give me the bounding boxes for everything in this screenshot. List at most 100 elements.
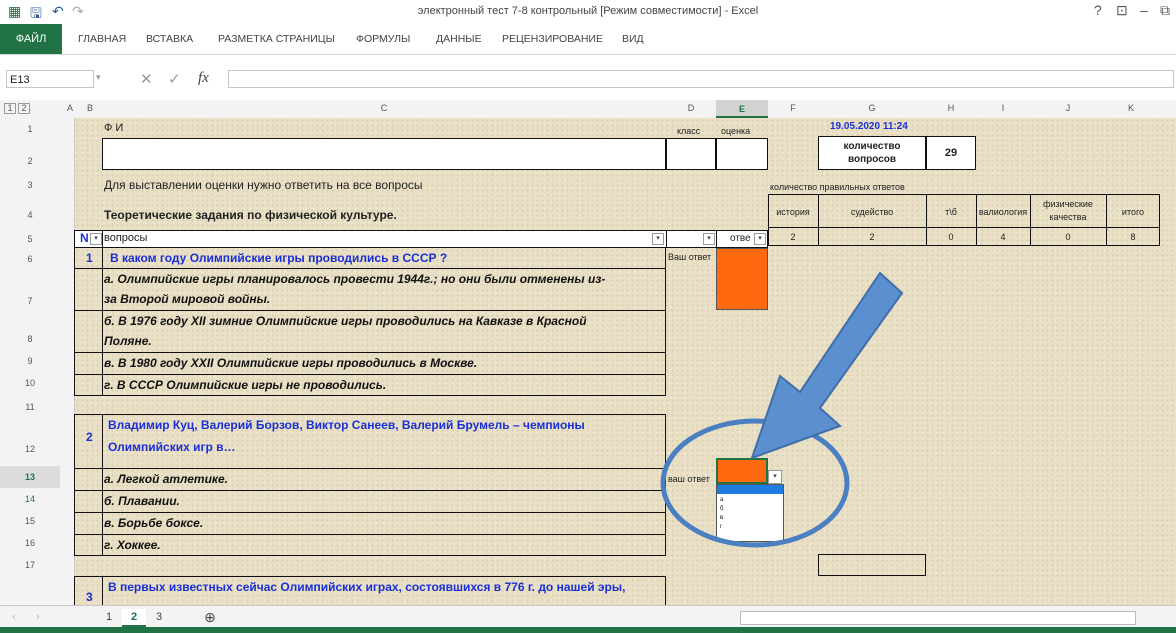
q1-answer-a: а. Олимпийские игры планировалось провес… bbox=[104, 272, 606, 286]
row-header[interactable]: 11 bbox=[0, 402, 60, 412]
sheet-tab-1[interactable]: 1 bbox=[98, 609, 120, 625]
window-title: электронный тест 7-8 контрольный [Режим … bbox=[417, 5, 759, 17]
answer-header: отве bbox=[730, 233, 751, 244]
row-header[interactable]: 10 bbox=[0, 378, 60, 388]
class-label: класс bbox=[677, 126, 701, 136]
your-answer-label: Ваш ответ bbox=[668, 252, 712, 262]
row-header[interactable]: 1 bbox=[0, 124, 60, 134]
chevron-down-icon[interactable]: ▾ bbox=[96, 72, 101, 83]
filter-dropdown-icon[interactable]: ▾ bbox=[652, 233, 664, 245]
class-input-cell[interactable] bbox=[666, 138, 716, 170]
col-header-h[interactable]: H bbox=[926, 103, 976, 113]
fi-input-cell[interactable] bbox=[102, 138, 666, 170]
help-button[interactable]: ? bbox=[1094, 2, 1102, 18]
row-header-selected[interactable]: 13 bbox=[0, 466, 60, 488]
add-sheet-icon[interactable]: ⊕ bbox=[200, 609, 220, 625]
col-header-i[interactable]: I bbox=[976, 103, 1030, 113]
tab-review[interactable]: РЕЦЕНЗИРОВАНИЕ bbox=[502, 33, 603, 45]
question-count-label: количество вопросов bbox=[818, 136, 926, 170]
grade-label: оценка bbox=[721, 126, 751, 136]
worksheet[interactable]: 1 2 3 4 5 6 7 8 9 10 11 12 13 14 15 16 1… bbox=[0, 118, 1176, 605]
stats-header-judging: судейство bbox=[850, 207, 894, 217]
stats-value-valeology: 4 bbox=[1000, 232, 1006, 242]
row-header[interactable]: 14 bbox=[0, 494, 60, 504]
section-heading: Теоретические задания по физической куль… bbox=[104, 208, 397, 222]
highlight-circle bbox=[660, 418, 850, 548]
sheet-tab-2[interactable]: 2 bbox=[122, 609, 146, 627]
minimize-button[interactable]: – bbox=[1140, 2, 1148, 18]
row-header[interactable]: 2 bbox=[0, 156, 60, 166]
scroll-right-icon[interactable]: › bbox=[32, 609, 44, 625]
sheet-tabs-bar: ‹ › 1 2 3 ⊕ bbox=[0, 605, 1176, 628]
filter-dropdown-icon[interactable]: ▾ bbox=[754, 233, 766, 245]
stats-value-total: 8 bbox=[1130, 232, 1136, 242]
q2-answer-c: в. Борьбе боксе. bbox=[104, 516, 204, 530]
q1-answer-a-cont: за Второй мировой войны. bbox=[104, 292, 271, 306]
ribbon-tabs: ФАЙЛ ГЛАВНАЯ ВСТАВКА РАЗМЕТКА СТРАНИЦЫ Ф… bbox=[0, 24, 1176, 55]
cancel-icon[interactable]: ✕ bbox=[140, 70, 153, 88]
outline-level-1[interactable]: 1 bbox=[4, 103, 16, 114]
insert-function-icon[interactable]: fx bbox=[198, 70, 209, 87]
row-header[interactable]: 12 bbox=[0, 444, 60, 454]
col-header-f[interactable]: F bbox=[768, 103, 818, 113]
stats-value-safety: 0 bbox=[948, 232, 954, 242]
filter-dropdown-icon[interactable]: ▾ bbox=[703, 233, 715, 245]
row-header[interactable]: 4 bbox=[0, 210, 60, 220]
col-header-g[interactable]: G bbox=[818, 103, 926, 113]
row-header[interactable]: 9 bbox=[0, 356, 60, 366]
filter-dropdown-icon[interactable]: ▾ bbox=[90, 233, 102, 245]
q2-answer-d: г. Хоккее. bbox=[104, 538, 161, 552]
outline-level-2[interactable]: 2 bbox=[18, 103, 30, 114]
tab-data[interactable]: ДАННЫЕ bbox=[436, 33, 482, 45]
row-header[interactable]: 8 bbox=[0, 334, 60, 344]
row-headers: 1 2 3 4 5 6 7 8 9 10 11 12 13 14 15 16 1… bbox=[0, 118, 75, 605]
question-2-text-cont: Олимпийских игр в… bbox=[108, 440, 236, 454]
stats-header-safety: т\б bbox=[945, 207, 957, 217]
col-header-k[interactable]: K bbox=[1106, 103, 1156, 113]
stats-value-physical: 0 bbox=[1065, 232, 1071, 242]
status-bar bbox=[0, 627, 1176, 633]
col-header-a[interactable]: A bbox=[66, 103, 74, 113]
row-header[interactable]: 6 bbox=[0, 254, 60, 264]
horizontal-scrollbar[interactable] bbox=[740, 611, 1136, 625]
q1-answer-b: б. В 1976 году XII зимние Олимпийские иг… bbox=[104, 314, 587, 328]
col-header-d[interactable]: D bbox=[666, 103, 716, 113]
col-header-e[interactable]: E bbox=[716, 100, 768, 118]
tab-view[interactable]: ВИД bbox=[622, 33, 644, 45]
tab-insert[interactable]: ВСТАВКА bbox=[146, 33, 193, 45]
question-1-number: 1 bbox=[86, 251, 93, 265]
row-header[interactable]: 15 bbox=[0, 516, 60, 526]
tab-home[interactable]: ГЛАВНАЯ bbox=[78, 33, 126, 45]
col-header-b[interactable]: B bbox=[86, 103, 94, 113]
q2-answer-a: а. Легкой атлетике. bbox=[104, 472, 228, 486]
row-header[interactable]: 3 bbox=[0, 180, 60, 190]
grade-cell[interactable] bbox=[716, 138, 768, 170]
column-headers: 1 2 A B C D E F G H I J K bbox=[0, 100, 1176, 119]
col-header-j[interactable]: J bbox=[1030, 103, 1106, 113]
tab-page-layout[interactable]: РАЗМЕТКА СТРАНИЦЫ bbox=[218, 33, 335, 45]
formula-bar: E13 ▾ ✕ ✓ fx bbox=[0, 66, 1176, 92]
tab-file[interactable]: ФАЙЛ bbox=[0, 24, 62, 54]
question-3-text: В первых известных сейчас Олимпийских иг… bbox=[108, 580, 626, 594]
enter-icon[interactable]: ✓ bbox=[168, 70, 181, 88]
scroll-left-icon[interactable]: ‹ bbox=[8, 609, 20, 625]
stats-title: количество правильных ответов bbox=[770, 182, 905, 192]
q2-answer-b: б. Плавании. bbox=[104, 494, 180, 508]
formula-input[interactable] bbox=[228, 70, 1174, 88]
restore-icon[interactable]: ⧉ bbox=[1160, 2, 1170, 19]
questions-header: вопросы bbox=[104, 232, 148, 244]
col-header-c[interactable]: C bbox=[102, 103, 666, 113]
q1-answer-c: в. В 1980 году XXII Олимпийские игры про… bbox=[104, 356, 478, 370]
sheet-tab-3[interactable]: 3 bbox=[148, 609, 170, 625]
tab-formulas[interactable]: ФОРМУЛЫ bbox=[356, 33, 410, 45]
stats-value-judging: 2 bbox=[869, 232, 875, 242]
row-header[interactable]: 5 bbox=[0, 234, 60, 244]
row-header[interactable]: 16 bbox=[0, 538, 60, 548]
title-bar: ▦ 🖫 ↶ ↷ электронный тест 7-8 контрольный… bbox=[0, 0, 1176, 24]
row-header[interactable]: 17 bbox=[0, 560, 60, 570]
datetime: 19.05.2020 11:24 bbox=[830, 121, 908, 132]
name-box[interactable]: E13 bbox=[6, 70, 94, 88]
question-1-text: В каком году Олимпийские игры проводилис… bbox=[110, 251, 448, 265]
row-header[interactable]: 7 bbox=[0, 296, 60, 306]
ribbon-display-icon[interactable]: ⊡ bbox=[1116, 2, 1128, 19]
